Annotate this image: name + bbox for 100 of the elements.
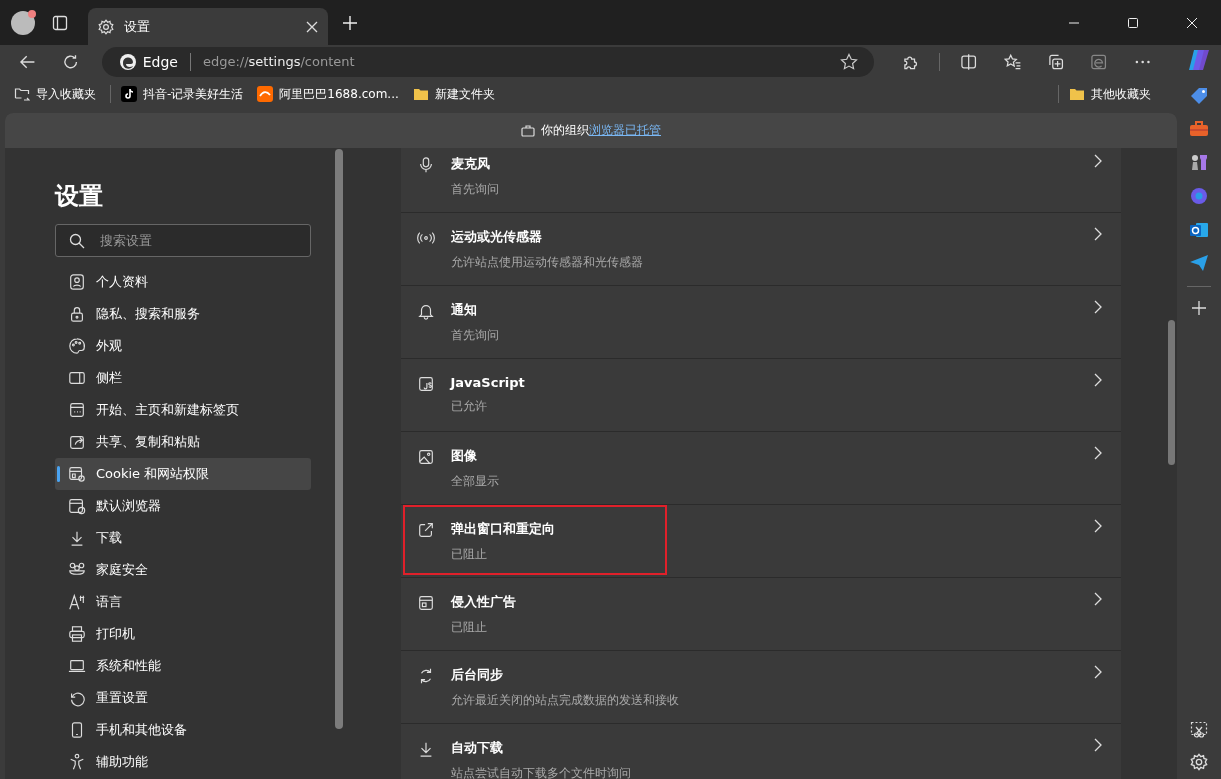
nav-item[interactable]: 家庭安全 <box>55 554 311 586</box>
permission-status: 已阻止 <box>450 618 488 636</box>
chevron-icon <box>1092 154 1103 168</box>
nav-item-icon <box>68 337 86 355</box>
scrollbar-thumb[interactable] <box>1168 320 1175 465</box>
paper-plane-icon[interactable] <box>1189 254 1209 272</box>
nav-item[interactable]: 隐私、搜索和服务 <box>55 298 311 330</box>
permission-row[interactable]: 麦克风 首先询问 <box>400 148 1121 213</box>
permission-status: 首先询问 <box>450 326 500 344</box>
split-screen-icon[interactable] <box>960 52 978 71</box>
chevron-icon <box>1092 592 1103 606</box>
chevron-icon <box>1092 738 1103 752</box>
chess-pieces-icon[interactable] <box>1189 152 1209 172</box>
browser-tab[interactable]: 设置 <box>88 8 328 45</box>
chevron-icon <box>1092 519 1103 533</box>
folder-icon <box>412 86 429 102</box>
permission-title: 运动或光传感器 <box>450 227 543 246</box>
permission-title: 后台同步 <box>450 665 504 684</box>
permission-icon <box>416 594 435 612</box>
permission-row[interactable]: 图像 全部显示 <box>400 432 1121 505</box>
nav-item[interactable]: 系统和性能 <box>55 650 311 682</box>
settings-title: 设置 <box>55 181 104 212</box>
add-icon[interactable] <box>1192 301 1206 315</box>
nav-item[interactable]: 重置设置 <box>55 682 311 714</box>
permission-row[interactable]: 后台同步 允许最近关闭的站点完成数据的发送和接收 <box>400 651 1121 724</box>
bookmark-item[interactable]: 新建文件夹 <box>412 85 495 103</box>
maximize-icon[interactable] <box>1127 16 1139 29</box>
nav-item[interactable]: 侧栏 <box>55 362 311 394</box>
tag-icon[interactable] <box>1189 86 1209 106</box>
scrollbar-thumb[interactable] <box>335 149 343 729</box>
permission-status: 允许最近关闭的站点完成数据的发送和接收 <box>450 691 680 709</box>
permission-icon <box>416 229 435 247</box>
permission-row[interactable]: 弹出窗口和重定向 已阻止 <box>400 505 1121 578</box>
permission-icon <box>416 375 435 393</box>
permission-title: JavaScript <box>450 375 526 390</box>
music-note-icon <box>121 86 137 102</box>
nav-item-icon <box>68 273 86 291</box>
permission-status: 允许站点使用运动传感器和光传感器 <box>450 253 644 271</box>
nav-item[interactable]: 辅助功能 <box>55 746 311 778</box>
chevron-icon <box>1092 300 1103 314</box>
chevron-icon <box>1092 227 1103 241</box>
permission-title: 麦克风 <box>450 154 491 173</box>
nav-item-icon <box>68 657 86 675</box>
bookmark-item[interactable]: 导入收藏夹 <box>14 85 96 103</box>
bookmark-item[interactable]: 抖音-记录美好生活 <box>121 85 244 103</box>
address-bar[interactable]: Edge edge://settings/content <box>101 46 874 77</box>
collections-icon[interactable] <box>1046 52 1065 71</box>
permission-row[interactable]: 通知 首先询问 <box>400 286 1121 359</box>
nav-item[interactable]: 下载 <box>55 522 311 554</box>
profile-avatar[interactable] <box>11 10 35 35</box>
settings-icon[interactable] <box>1190 753 1208 771</box>
permission-row[interactable]: 侵入性广告 已阻止 <box>400 578 1121 651</box>
bookmark-item[interactable]: 阿里巴巴1688.com... <box>257 85 399 103</box>
chevron-icon <box>1092 665 1103 679</box>
permission-title: 自动下载 <box>450 738 504 757</box>
nav-item[interactable]: 共享、复制和粘贴 <box>55 426 311 458</box>
new-tab-icon[interactable] <box>342 14 358 31</box>
permission-icon <box>416 302 435 320</box>
nav-item[interactable]: 外观 <box>55 330 311 362</box>
chevron-icon <box>1092 446 1103 460</box>
nav-item[interactable]: 开始、主页和新建标签页 <box>55 394 311 426</box>
nav-item[interactable]: 个人资料 <box>55 266 311 298</box>
managed-link[interactable]: 浏览器已托管 <box>589 123 661 137</box>
nav-item[interactable]: 语言 <box>55 586 311 618</box>
nav-item-icon <box>68 305 86 323</box>
permission-icon <box>416 521 435 539</box>
nav-item[interactable]: 手机和其他设备 <box>55 714 311 746</box>
screenshot-icon[interactable] <box>1190 721 1208 739</box>
ie-mode-icon[interactable] <box>1090 52 1108 71</box>
permission-status: 已阻止 <box>450 545 488 563</box>
bookmark-folder[interactable]: 其他收藏夹 <box>1069 85 1151 103</box>
nav-item-icon <box>68 433 86 451</box>
close-icon[interactable] <box>306 20 318 33</box>
permission-row[interactable]: 自动下载 站点尝试自动下载多个文件时询问 <box>400 724 1121 779</box>
folder-icon <box>1069 86 1085 102</box>
search-icon <box>69 233 85 249</box>
search-field[interactable]: 搜索设置 <box>55 224 311 257</box>
nav-item-icon <box>68 465 86 483</box>
workspaces-icon[interactable] <box>52 14 68 31</box>
permission-status: 已允许 <box>450 398 488 415</box>
favorite-star-icon[interactable] <box>839 52 858 71</box>
nav-item-icon <box>68 625 86 643</box>
chevron-icon <box>1092 373 1103 387</box>
refresh-icon[interactable] <box>62 52 80 71</box>
favorites-icon[interactable] <box>1003 52 1021 71</box>
toolbox-icon[interactable] <box>1189 120 1209 138</box>
nav-item-icon <box>68 369 86 387</box>
permission-title: 通知 <box>450 300 478 319</box>
mail-app-icon[interactable] <box>1189 220 1209 240</box>
site-label: Edge <box>142 53 178 70</box>
permission-row[interactable]: 运动或光传感器 允许站点使用运动传感器和光传感器 <box>400 213 1121 286</box>
nav-item-icon <box>68 593 86 611</box>
permission-status: 首先询问 <box>450 180 500 198</box>
permission-title: 弹出窗口和重定向 <box>450 519 556 538</box>
nav-item[interactable]: 打印机 <box>55 618 311 650</box>
shop-logo-icon <box>257 86 274 102</box>
nav-item[interactable]: 默认浏览器 <box>55 490 311 522</box>
permission-row[interactable]: JavaScript 已允许 <box>400 359 1121 432</box>
nav-item[interactable]: Cookie 和网站权限 <box>55 458 311 490</box>
close-icon[interactable] <box>1186 16 1198 29</box>
